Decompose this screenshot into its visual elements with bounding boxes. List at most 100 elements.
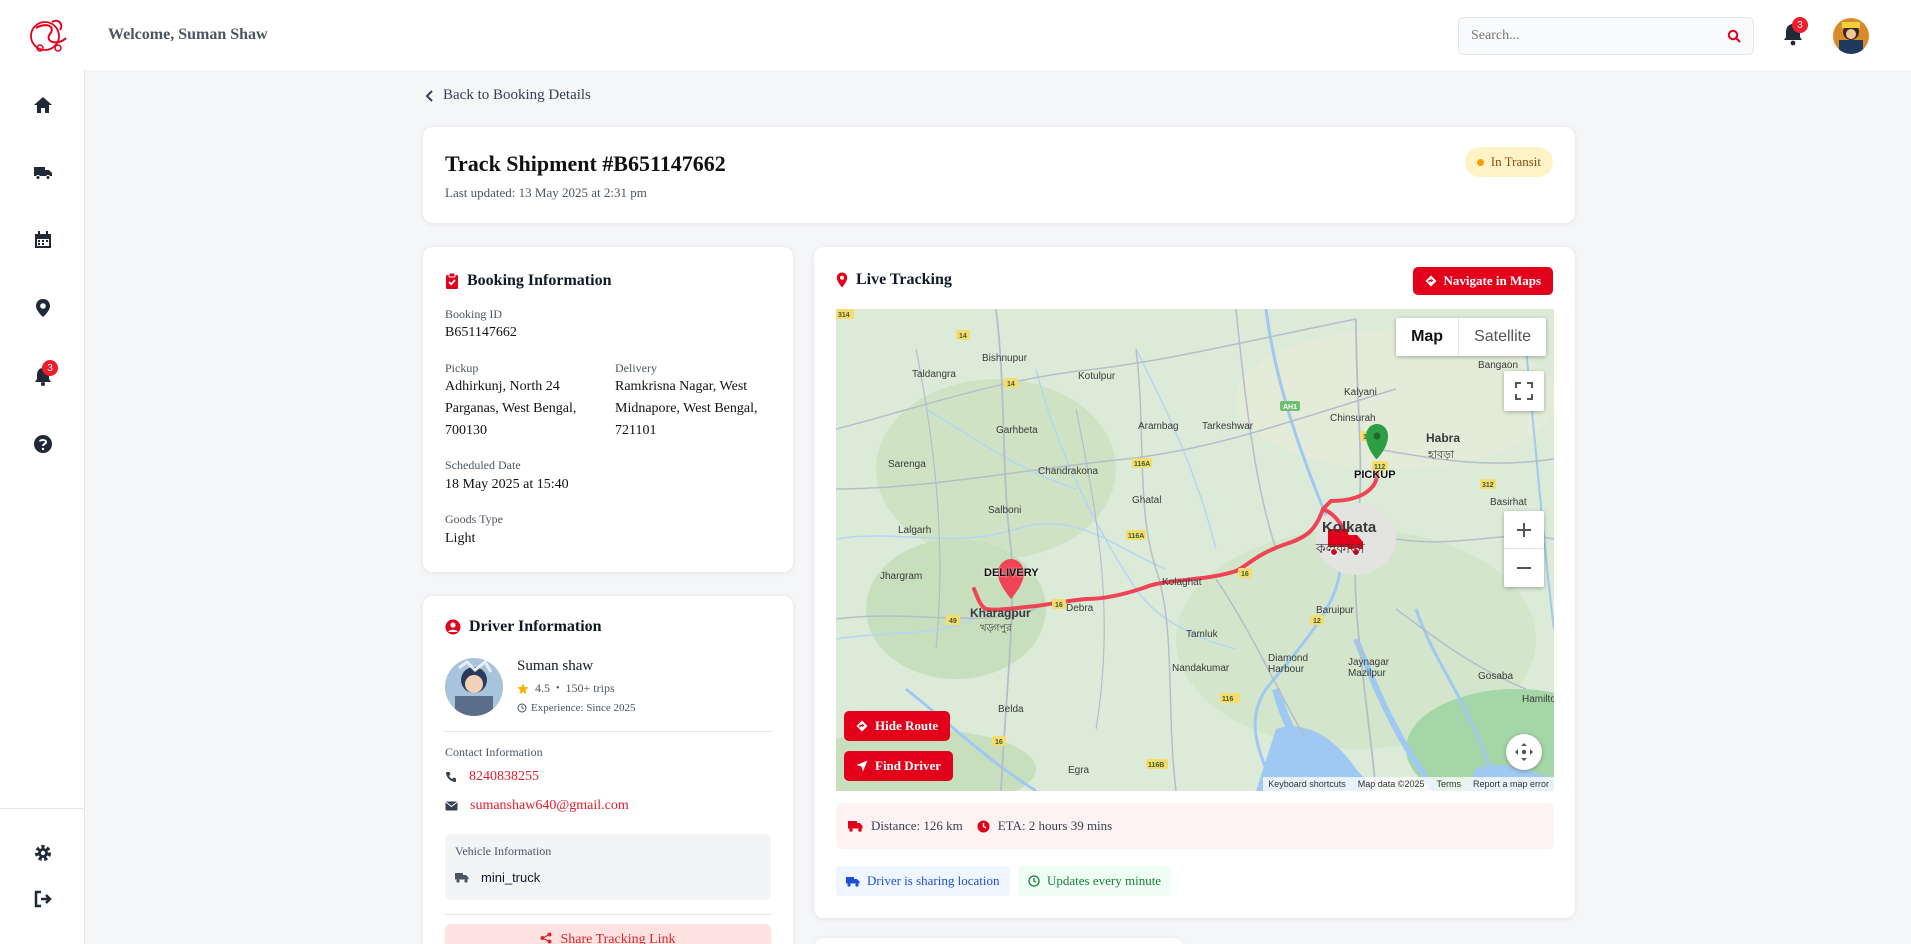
divider — [445, 914, 771, 915]
home-icon[interactable] — [33, 95, 53, 115]
keyboard-shortcuts-link[interactable]: Keyboard shortcuts — [1268, 779, 1346, 789]
share-tracking-label: Share Tracking Link — [560, 932, 676, 944]
pickup-line: Adhirkunj, North 24 — [445, 379, 560, 394]
map-label-salboni: Salboni — [988, 505, 1022, 516]
delivery-line: 721101 — [615, 423, 657, 438]
truck-icon — [455, 873, 469, 883]
map-label-kharagpur-bn: খড়্গপুর — [980, 623, 1012, 634]
logout-icon[interactable] — [33, 889, 53, 909]
satellite-tab[interactable]: Satellite — [1458, 318, 1546, 356]
navigate-in-maps-button[interactable]: Navigate in Maps — [1412, 267, 1553, 295]
location-pin-icon[interactable] — [33, 298, 53, 318]
map-label-belda: Belda — [998, 704, 1024, 715]
pickup-line: 700130 — [445, 423, 487, 438]
search-box[interactable] — [1458, 17, 1754, 55]
driver-phone[interactable]: 8240838255 — [469, 769, 539, 785]
share-icon — [540, 932, 552, 944]
driver-rating: 4.5 — [535, 681, 550, 695]
divider — [445, 731, 771, 732]
map-view[interactable]: 14 14 AH1 116A 116A 12 112 312 16 16 49 … — [836, 309, 1554, 791]
booking-info-title: Booking Information — [467, 272, 612, 289]
map-data-credit: Map data ©2025 — [1357, 779, 1425, 789]
back-to-booking-link[interactable]: Back to Booking Details — [425, 87, 591, 104]
email-link[interactable]: sumanshaw640@gmail.com — [445, 798, 629, 814]
driver-email[interactable]: sumanshaw640@gmail.com — [470, 798, 629, 814]
zoom-in-button[interactable] — [1504, 512, 1544, 549]
user-avatar[interactable] — [1833, 18, 1869, 54]
fullscreen-button[interactable] — [1504, 371, 1544, 411]
distance-row: Distance: 126 km — [848, 818, 963, 834]
map-type-toggle: Map Satellite — [1396, 318, 1546, 356]
driver-experience: Experience: Since 2025 — [531, 702, 636, 714]
map-label-basirhat: Basirhat — [1490, 497, 1527, 508]
top-bar: Welcome, Suman Shaw 3 — [0, 0, 1911, 70]
welcome-text: Welcome, Suman Shaw — [108, 26, 268, 43]
find-driver-label: Find Driver — [875, 758, 942, 773]
hide-route-button[interactable]: Hide Route — [844, 711, 951, 741]
driver-info-title: Driver Information — [469, 618, 602, 635]
minus-icon — [1517, 566, 1531, 569]
goods-type-value: Light — [445, 531, 476, 546]
search-icon[interactable] — [1727, 29, 1741, 43]
shipment-header-card: Track Shipment #B651147662 Last updated:… — [423, 127, 1575, 223]
search-input[interactable] — [1459, 18, 1709, 54]
delivery-address: Ramkrisna Nagar, West Midnapore, West Be… — [615, 376, 785, 442]
location-arrow-icon — [856, 760, 868, 772]
booking-info-card: Booking Information Booking ID B65114766… — [423, 247, 793, 572]
map-label-garhbeta: Garhbeta — [996, 425, 1038, 436]
map-label-jaynagar: Jaynagar Mazilpur — [1348, 657, 1390, 679]
driver-trips: 150+ trips — [565, 681, 615, 695]
help-icon[interactable] — [33, 434, 53, 454]
trip-info-bar: Distance: 126 km ETA: 2 hours 39 mins — [836, 803, 1554, 849]
sidebar-notification-badge: 3 — [42, 360, 58, 376]
chevron-left-icon — [425, 89, 433, 102]
eta-row: ETA: 2 hours 39 mins — [977, 818, 1112, 834]
scheduled-date-label: Scheduled Date — [445, 458, 521, 472]
map-label-habra-bn: হাবড়া — [1428, 449, 1455, 461]
map-label-ghatal: Ghatal — [1132, 495, 1162, 506]
booking-info-heading: Booking Information — [445, 272, 611, 290]
brand-logo[interactable] — [28, 16, 72, 54]
booking-id-label: Booking ID — [445, 307, 502, 321]
map-tab[interactable]: Map — [1396, 318, 1458, 356]
terms-link[interactable]: Terms — [1436, 779, 1461, 789]
driver-name: Suman shaw — [517, 658, 594, 674]
map-label-bishnupur: Bishnupur — [982, 353, 1028, 364]
directions-icon — [856, 720, 868, 732]
find-driver-button[interactable]: Find Driver — [844, 751, 954, 781]
camera-control-icon — [1515, 743, 1533, 761]
delivery-line: Ramkrisna Nagar, West — [615, 379, 748, 394]
truck-icon — [846, 876, 860, 887]
last-updated: Last updated: 13 May 2025 at 2:31 pm — [445, 185, 647, 200]
map-label-bangaon: Bangaon — [1478, 360, 1519, 371]
status-badge: In Transit — [1464, 147, 1553, 177]
update-frequency-chip: Updates every minute — [1018, 866, 1172, 896]
vehicle-type: mini_truck — [481, 870, 541, 885]
recenter-button[interactable] — [1506, 734, 1542, 770]
zoom-out-button[interactable] — [1504, 549, 1544, 586]
phone-link[interactable]: 8240838255 — [445, 769, 539, 785]
pickup-marker-label: PICKUP — [1354, 469, 1396, 481]
star-icon — [517, 683, 529, 694]
notification-badge: 3 — [1792, 17, 1808, 33]
map-label-sarenga: Sarenga — [888, 459, 926, 470]
report-map-error-link[interactable]: Report a map error — [1473, 779, 1549, 789]
clock-icon — [1028, 875, 1040, 887]
map-label-debra: Debra — [1066, 603, 1094, 614]
map-label-kharagpur: Kharagpur — [970, 606, 1031, 620]
map-label-tamluk: Tamluk — [1186, 629, 1218, 640]
map-label-chandrakona: Chandrakona — [1038, 466, 1099, 477]
map-label-egra: Egra — [1068, 765, 1090, 776]
pickup-label: Pickup — [445, 361, 479, 375]
sidebar-divider — [0, 808, 85, 809]
calendar-icon[interactable] — [33, 230, 53, 250]
share-tracking-button[interactable]: Share Tracking Link — [445, 924, 771, 944]
map-label-baruipur: Baruipur — [1316, 605, 1354, 616]
truck-icon — [848, 821, 863, 832]
booking-id-value: B651147662 — [445, 325, 517, 340]
map-label-kolkata-bn: কলকাতা — [1316, 540, 1365, 556]
settings-icon[interactable] — [33, 843, 53, 863]
status-label: In Transit — [1490, 154, 1541, 169]
truck-icon[interactable] — [33, 162, 53, 182]
map-label-gosaba: Gosaba — [1478, 671, 1514, 682]
